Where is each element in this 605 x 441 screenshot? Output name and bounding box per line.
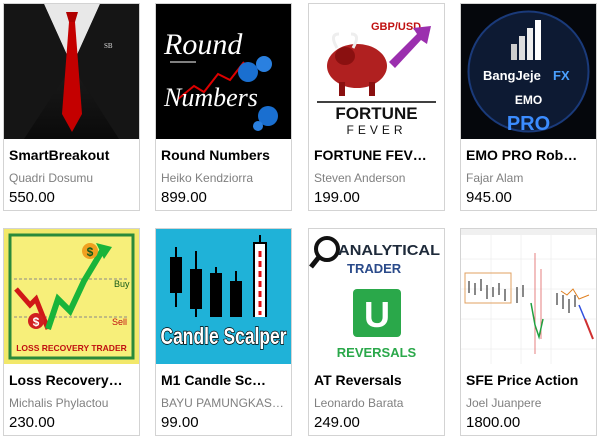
round-text: Round [163,28,243,61]
product-title[interactable]: AT Reversals [314,372,442,389]
buy-label: Buy [114,279,130,289]
candle-scalper-text: Candle Scalper [161,323,287,349]
product-price: 1800.00 [466,414,521,431]
product-price: 230.00 [9,414,55,431]
loss-recovery-text: LOSS RECOVERY TRADER [16,343,127,353]
product-title[interactable]: Round Numbers [161,147,289,164]
product-image-round-numbers[interactable]: Round Numbers [156,4,291,139]
product-card-m1-candle-scalper[interactable]: Candle Scalper M1 Candle Sc… BAYU PAMUNG… [155,228,292,436]
product-card-smartbreakout[interactable]: SB SmartBreakout Quadri Dosumu 550.00 [3,3,140,211]
product-card-fortune-fever[interactable]: GBP/USD FORTUNE FEVER FORTUNE FEV… Steve… [308,3,445,211]
product-title[interactable]: SFE Price Action [466,372,594,389]
product-title[interactable]: EMO PRO Rob… [466,147,594,164]
reversals-text: REVERSALS [337,345,417,360]
product-card-sfe-price-action[interactable]: SFE Price Action Joel Juanpere 1800.00 [460,228,597,436]
fx-text: FX [553,68,570,83]
product-title[interactable]: FORTUNE FEV… [314,147,442,164]
sell-label: Sell [112,317,127,327]
product-image-smartbreakout[interactable]: SB [4,4,139,139]
product-author[interactable]: Fajar Alam [466,171,594,185]
product-author[interactable]: Leonardo Barata [314,396,442,410]
bangjeje-text: BangJeje [483,68,541,83]
pro-text: PRO [507,113,550,135]
product-author[interactable]: Heiko Kendziorra [161,171,289,185]
product-image-candle-scalper[interactable]: Candle Scalper [156,229,291,364]
product-card-round-numbers[interactable]: Round Numbers Round Numbers Heiko Kendzi… [155,3,292,211]
product-price: 99.00 [161,414,199,431]
product-card-at-reversals[interactable]: ANALYTICAL TRADER U REVERSALS AT Reversa… [308,228,445,436]
product-price: 249.00 [314,414,360,431]
product-image-sfe-chart[interactable] [461,229,596,364]
analytical-text: ANALYTICAL [338,242,440,259]
product-price: 199.00 [314,189,360,206]
sb-logo-text: SB [104,42,113,50]
emo-text: EMO [515,93,542,107]
product-image-fortune-fever[interactable]: GBP/USD FORTUNE FEVER [309,4,444,139]
product-author[interactable]: BAYU PAMUNGKAS… [161,396,289,410]
product-image-at-reversals[interactable]: ANALYTICAL TRADER U REVERSALS [309,229,444,364]
numbers-text: Numbers [163,83,258,112]
product-image-emo-pro[interactable]: BangJeje FX EMO PRO [461,4,596,139]
product-title[interactable]: SmartBreakout [9,147,137,164]
product-price: 945.00 [466,189,512,206]
reversal-u-icon: U [364,294,390,335]
product-author[interactable]: Quadri Dosumu [9,171,137,185]
product-author[interactable]: Steven Anderson [314,171,442,185]
product-image-loss-recovery[interactable]: $ $ Buy Sell LOSS RECOVERY TRADER [4,229,139,364]
product-author[interactable]: Joel Juanpere [466,396,594,410]
dollar-bag-1: $ [87,245,94,259]
product-price: 899.00 [161,189,207,206]
gbpusd-text: GBP/USD [371,21,421,33]
dollar-bag-2: $ [33,315,40,329]
product-title[interactable]: Loss Recovery… [9,372,137,389]
product-card-loss-recovery[interactable]: $ $ Buy Sell LOSS RECOVERY TRADER Loss R… [3,228,140,436]
product-card-emo-pro[interactable]: BangJeje FX EMO PRO EMO PRO Rob… Fajar A… [460,3,597,211]
product-author[interactable]: Michalis Phylactou [9,396,137,410]
fortune-text: FORTUNE [335,104,417,123]
trader-text: TRADER [347,261,402,276]
product-price: 550.00 [9,189,55,206]
product-title[interactable]: M1 Candle Sc… [161,372,289,389]
fever-text: FEVER [346,123,406,137]
